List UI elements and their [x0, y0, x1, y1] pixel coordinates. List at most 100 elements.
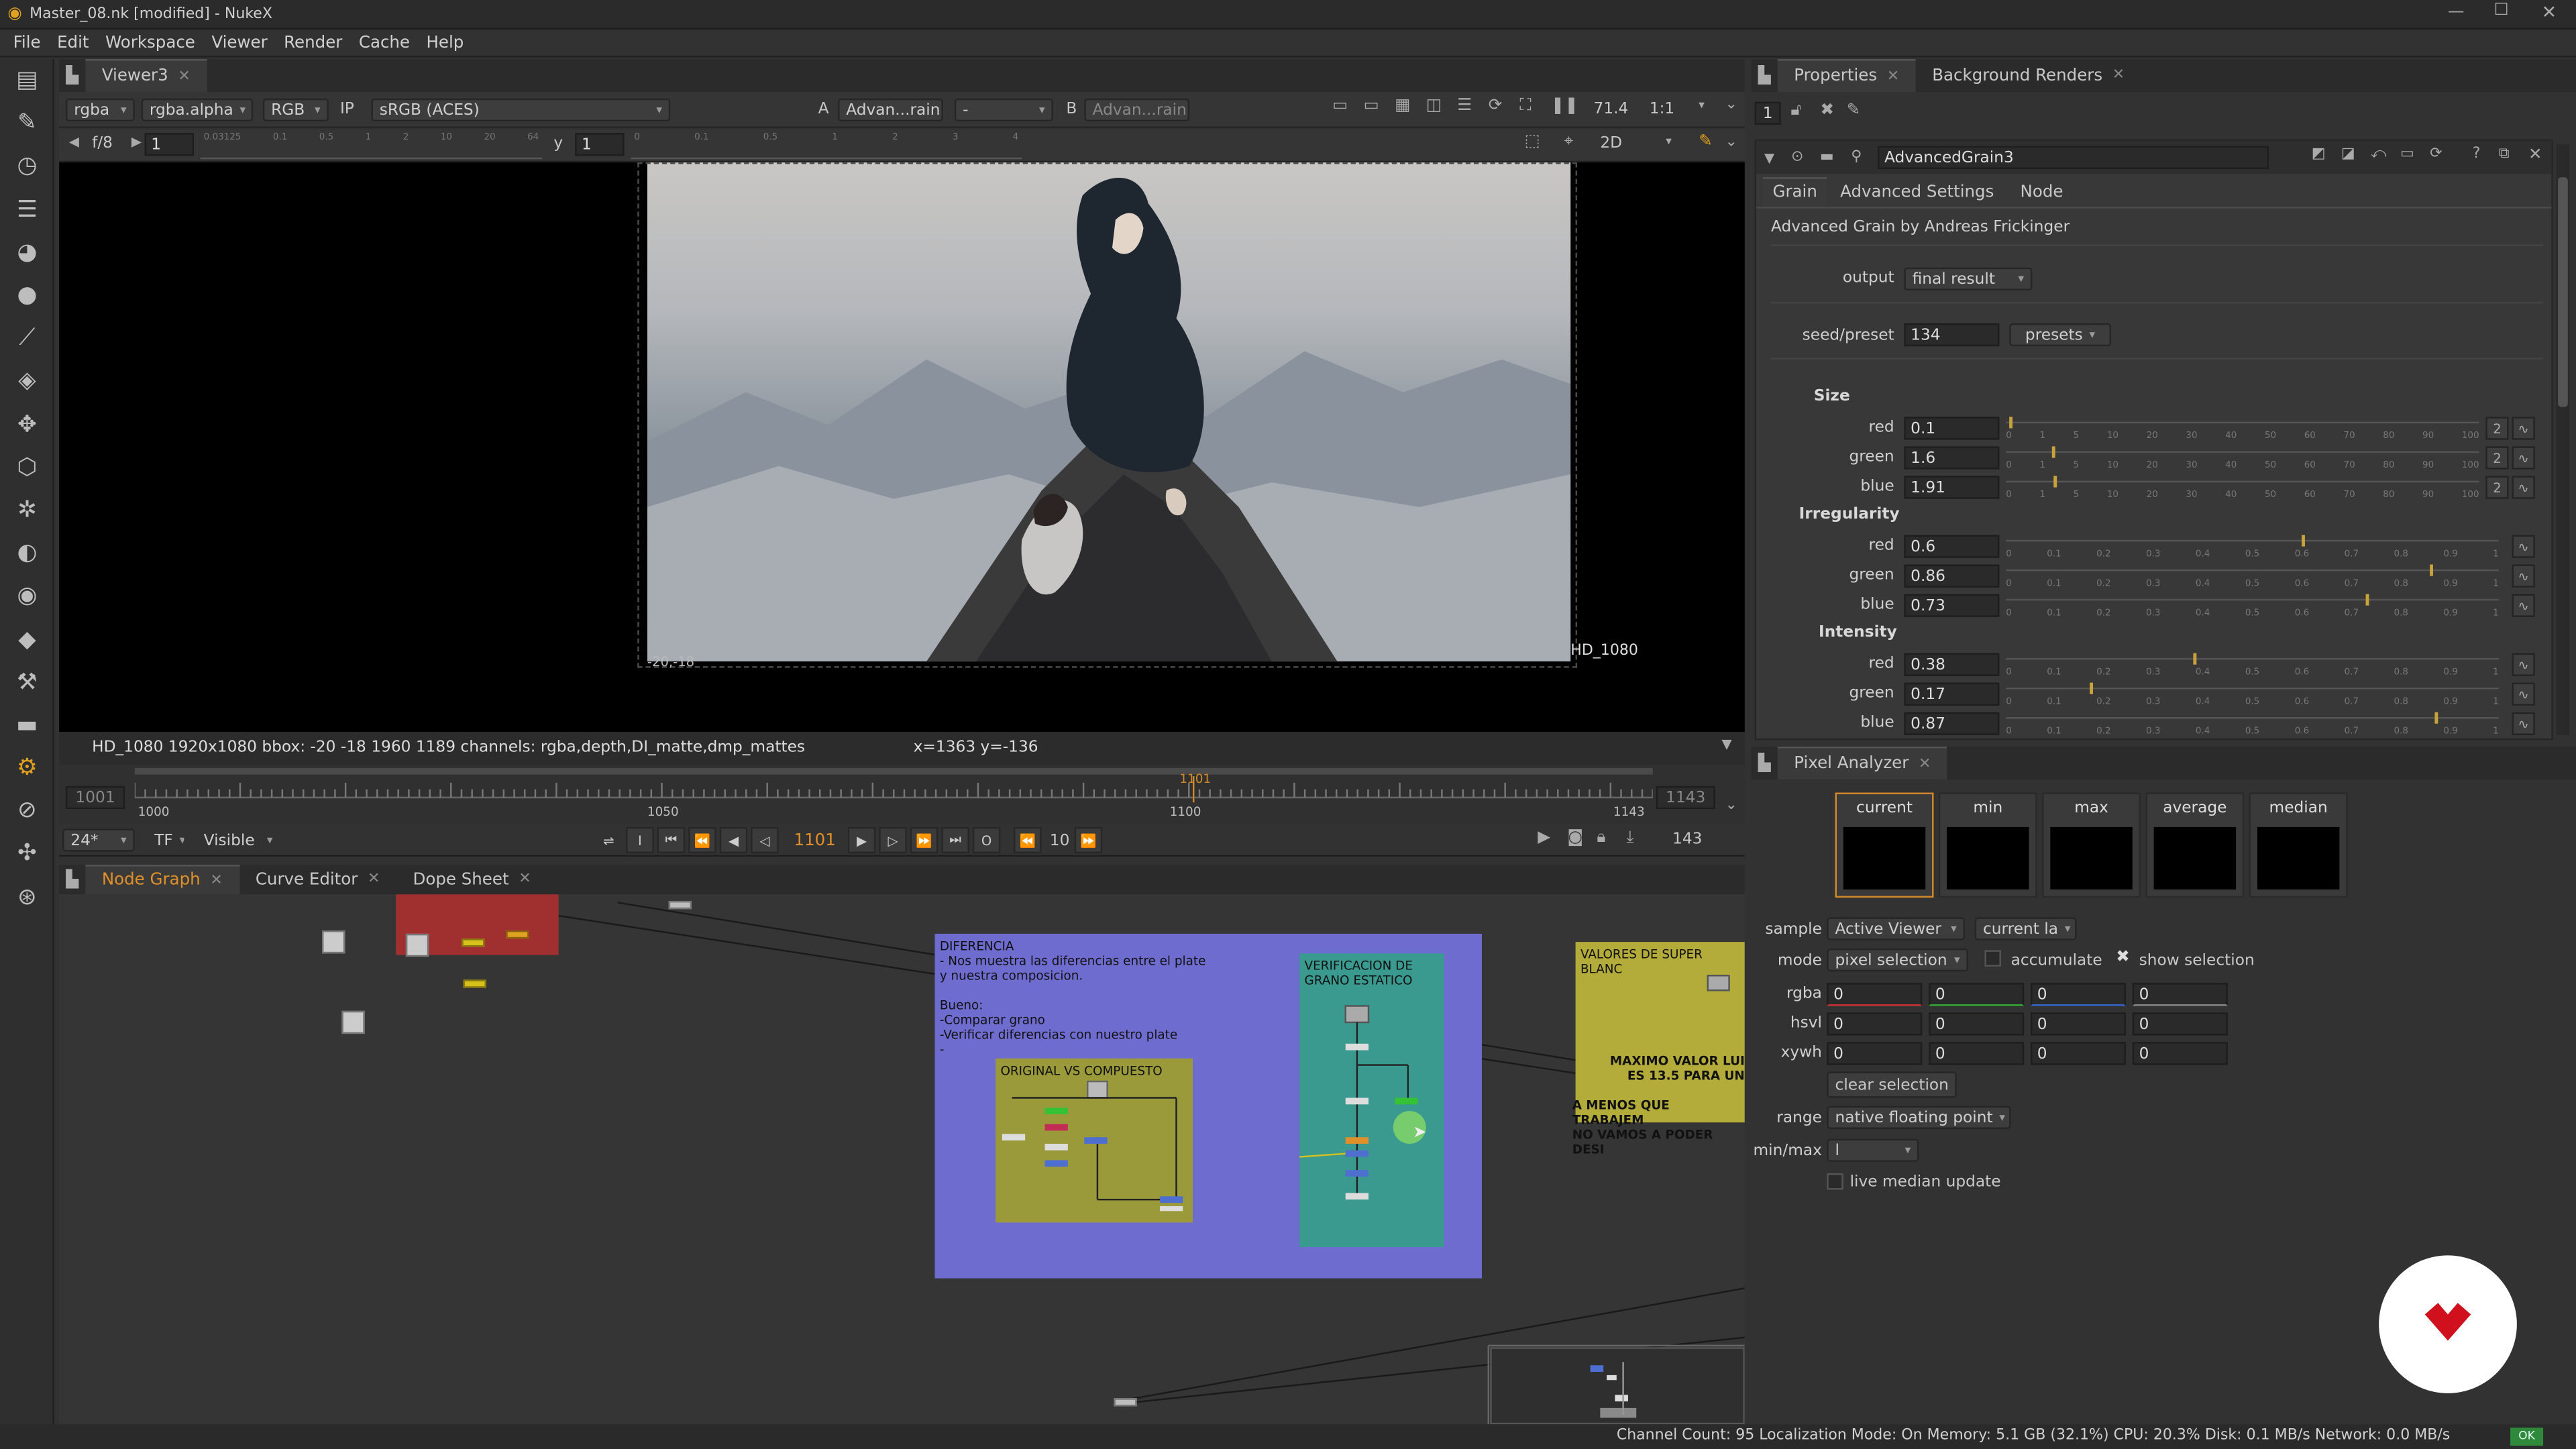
out-point-field[interactable]: 1143: [1656, 786, 1715, 809]
pa-xywh-value[interactable]: 0: [2030, 1042, 2127, 1065]
pane-menu-icon[interactable]: ▙: [59, 66, 85, 85]
menu-workspace[interactable]: Workspace: [105, 34, 195, 52]
max-panels-field[interactable]: 1: [1754, 101, 1781, 125]
close-background-renders-icon[interactable]: ✕: [2112, 67, 2125, 83]
lines-icon[interactable]: ☰: [1457, 97, 1472, 115]
animation-curve-icon[interactable]: ∿: [2512, 476, 2535, 499]
lock-panel-icon[interactable]: 🔓︎: [1790, 102, 1801, 120]
filter-tool-icon[interactable]: ●: [0, 274, 54, 317]
viewer-input-icon[interactable]: ▬: [1812, 150, 1841, 166]
swatch-median[interactable]: median: [2249, 792, 2348, 898]
float-panel-icon[interactable]: ✎: [1847, 102, 1861, 120]
gain-field[interactable]: 1: [144, 133, 194, 156]
pa-hsvl-value[interactable]: 0: [2132, 1012, 2228, 1036]
tab-node[interactable]: Node: [2007, 177, 2076, 207]
clear-panels-icon[interactable]: ✖: [1820, 102, 1834, 120]
intensity-green-field[interactable]: 0.17: [1904, 682, 2000, 706]
input-b-dropdown[interactable]: Advan...rain3: [1084, 98, 1190, 122]
info-expand-icon[interactable]: ▼: [1722, 737, 1732, 751]
properties-scrollbar[interactable]: [2556, 144, 2570, 735]
read-node-2[interactable]: [405, 933, 429, 957]
animation-curve-icon[interactable]: ∿: [2512, 446, 2535, 470]
backdrop-valores[interactable]: VALORES DE SUPER BLANC MAXIMO VALOR LUI …: [1572, 942, 1745, 1157]
refresh-icon[interactable]: ⟳: [1489, 97, 1503, 115]
image-tool-icon[interactable]: ▤: [0, 59, 54, 102]
color-tool-icon[interactable]: ◕: [0, 231, 54, 274]
slider-knob[interactable]: [2434, 712, 2438, 724]
size-red-slider[interactable]: 0 1 5 10 20 30 40 50 60 70 80 90 100: [2006, 417, 2479, 441]
paint-icon[interactable]: ✎: [1699, 133, 1713, 151]
intensity-red-field[interactable]: 0.38: [1904, 653, 2000, 676]
menu-viewer[interactable]: Viewer: [211, 34, 267, 52]
size-blue-field[interactable]: 1.91: [1904, 476, 2000, 499]
grade-node-1[interactable]: [506, 930, 529, 939]
transform-tool-icon[interactable]: ✥: [0, 403, 54, 446]
irregularity-green-slider[interactable]: 0 0.1 0.2 0.3 0.4 0.5 0.6 0.7 0.8 0.9 1: [2006, 564, 2499, 589]
region-icon[interactable]: ⬚: [1525, 133, 1540, 151]
settings-tool-icon[interactable]: ⊛: [0, 875, 54, 918]
slider-knob[interactable]: [2430, 564, 2433, 576]
maximize-icon[interactable]: ☐: [2494, 1, 2509, 19]
timeline[interactable]: 1001 1000 1050 1100 1143 1101 1143 ⌄: [59, 764, 1745, 824]
ofx-tool-icon[interactable]: ⊘: [0, 790, 54, 833]
fstop-left-icon[interactable]: ◀: [69, 135, 79, 150]
3d-tool-icon[interactable]: ⬡: [0, 446, 54, 489]
skip-step-field[interactable]: 10: [1045, 827, 1075, 853]
read-node-3[interactable]: [341, 1010, 365, 1034]
properties-scroll-thumb[interactable]: [2558, 177, 2568, 407]
live-median-checkbox[interactable]: [1827, 1173, 1843, 1190]
props-pane-menu-icon[interactable]: ▙: [1752, 66, 1778, 85]
range-dropdown[interactable]: native floating point: [1827, 1106, 2011, 1129]
out-point-icon[interactable]: O: [972, 826, 1001, 854]
read-node-1[interactable]: [322, 930, 345, 954]
swatch-average[interactable]: average: [2145, 792, 2245, 898]
prev-frame-icon[interactable]: ◁: [751, 826, 779, 854]
roi-icon[interactable]: ▭: [1332, 97, 1348, 115]
presets-icon[interactable]: ▭: [2400, 146, 2414, 162]
slider-knob[interactable]: [2054, 476, 2058, 488]
tab-viewer3[interactable]: Viewer3 ✕: [85, 59, 207, 92]
pa-rgba-value[interactable]: 0: [1827, 983, 1923, 1006]
values-node[interactable]: [1707, 975, 1730, 991]
close-dope-sheet-icon[interactable]: ✕: [519, 871, 531, 888]
safe-area-icon[interactable]: ▭: [1364, 97, 1379, 115]
animation-curve-icon[interactable]: ∿: [2512, 712, 2535, 735]
in-point-icon[interactable]: I: [626, 826, 654, 854]
animation-curve-icon[interactable]: ∿: [2512, 594, 2535, 617]
irregularity-red-slider[interactable]: 0 0.1 0.2 0.3 0.4 0.5 0.6 0.7 0.8 0.9 1: [2006, 535, 2499, 559]
pa-pane-menu-icon[interactable]: ▙: [1752, 754, 1778, 772]
undo-icon[interactable]: ◩: [2312, 146, 2326, 162]
viewer-more2-icon[interactable]: ⌄: [1725, 135, 1737, 151]
slider-knob[interactable]: [2051, 446, 2055, 458]
fps-dropdown[interactable]: 24*: [62, 828, 135, 852]
checker-icon[interactable]: ▦: [1395, 97, 1410, 115]
pa-xywh-value[interactable]: 0: [1827, 1042, 1923, 1065]
viewer-more-icon[interactable]: ⌄: [1725, 97, 1737, 113]
pa-rgba-value[interactable]: 0: [1929, 983, 2025, 1006]
float-icon[interactable]: ⧉: [2499, 146, 2510, 162]
zoom-readout[interactable]: 71.4: [1594, 100, 1629, 118]
time-tool-icon[interactable]: ◷: [0, 145, 54, 188]
slider-knob[interactable]: [2010, 417, 2013, 429]
intensity-red-slider[interactable]: 0 0.1 0.2 0.3 0.4 0.5 0.6 0.7 0.8 0.9 1: [2006, 653, 2499, 678]
split-channels-button[interactable]: 2: [2485, 476, 2509, 499]
prev-key-icon[interactable]: ⏪: [688, 826, 716, 854]
node-name-field[interactable]: AdvancedGrain3: [1878, 146, 2269, 169]
menu-render[interactable]: Render: [284, 34, 342, 52]
tab-pixel-analyzer[interactable]: Pixel Analyzer ✕: [1777, 747, 1947, 780]
close-properties-icon[interactable]: ✕: [1887, 68, 1899, 85]
pa-rgba-value[interactable]: 0: [2030, 983, 2127, 1006]
close-tab-icon[interactable]: ✕: [178, 68, 190, 85]
intensity-blue-slider[interactable]: 0 0.1 0.2 0.3 0.4 0.5 0.6 0.7 0.8 0.9 1: [2006, 712, 2499, 737]
split-channels-button[interactable]: 2: [2485, 446, 2509, 470]
animation-curve-icon[interactable]: ∿: [2512, 535, 2535, 558]
close-node-graph-icon[interactable]: ✕: [210, 872, 222, 888]
mask-icon[interactable]: ⚲: [1841, 150, 1871, 166]
draw-tool-icon[interactable]: ✎: [0, 102, 54, 145]
pause-icon[interactable]: ❚❚: [1551, 97, 1578, 115]
close-pixel-analyzer-icon[interactable]: ✕: [1919, 755, 1931, 771]
input-a-dropdown[interactable]: Advan...rain3: [837, 98, 943, 122]
first-frame-icon[interactable]: ⏮: [657, 826, 686, 854]
revert-icon[interactable]: ⤺: [2371, 146, 2387, 162]
skip-forward-icon[interactable]: ⏩: [1074, 826, 1103, 854]
